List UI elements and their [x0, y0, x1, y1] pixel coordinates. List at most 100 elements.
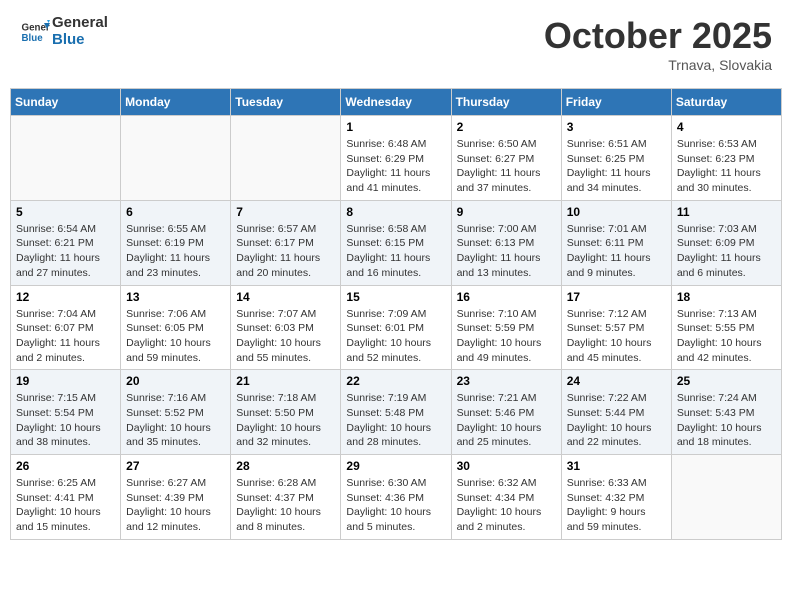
calendar-cell — [121, 116, 231, 201]
calendar-cell: 25 Sunrise: 7:24 AMSunset: 5:43 PMDayligh… — [671, 370, 781, 455]
day-number: 1 — [346, 120, 445, 134]
day-number: 9 — [457, 205, 556, 219]
calendar-cell: 22 Sunrise: 7:19 AMSunset: 5:48 PMDayligh… — [341, 370, 451, 455]
day-info: Sunrise: 6:54 AMSunset: 6:21 PMDaylight:… — [16, 222, 115, 281]
col-header-tuesday: Tuesday — [231, 89, 341, 116]
calendar-cell: 11 Sunrise: 7:03 AMSunset: 6:09 PMDayligh… — [671, 200, 781, 285]
day-number: 31 — [567, 459, 666, 473]
day-number: 30 — [457, 459, 556, 473]
day-number: 11 — [677, 205, 776, 219]
day-number: 7 — [236, 205, 335, 219]
calendar-table: SundayMondayTuesdayWednesdayThursdayFrid… — [10, 88, 782, 540]
calendar-week-row: 1 Sunrise: 6:48 AMSunset: 6:29 PMDaylight… — [11, 116, 782, 201]
day-info: Sunrise: 7:13 AMSunset: 5:55 PMDaylight:… — [677, 307, 776, 366]
calendar-cell: 28 Sunrise: 6:28 AMSunset: 4:37 PMDayligh… — [231, 455, 341, 540]
day-info: Sunrise: 7:10 AMSunset: 5:59 PMDaylight:… — [457, 307, 556, 366]
calendar-cell: 26 Sunrise: 6:25 AMSunset: 4:41 PMDayligh… — [11, 455, 121, 540]
calendar-week-row: 19 Sunrise: 7:15 AMSunset: 5:54 PMDayligh… — [11, 370, 782, 455]
day-info: Sunrise: 7:22 AMSunset: 5:44 PMDaylight:… — [567, 391, 666, 450]
day-info: Sunrise: 6:48 AMSunset: 6:29 PMDaylight:… — [346, 137, 445, 196]
day-number: 22 — [346, 374, 445, 388]
calendar-cell: 18 Sunrise: 7:13 AMSunset: 5:55 PMDayligh… — [671, 285, 781, 370]
calendar-cell: 23 Sunrise: 7:21 AMSunset: 5:46 PMDayligh… — [451, 370, 561, 455]
calendar-cell — [231, 116, 341, 201]
col-header-monday: Monday — [121, 89, 231, 116]
day-info: Sunrise: 7:01 AMSunset: 6:11 PMDaylight:… — [567, 222, 666, 281]
day-number: 14 — [236, 290, 335, 304]
calendar-cell: 31 Sunrise: 6:33 AMSunset: 4:32 PMDayligh… — [561, 455, 671, 540]
day-info: Sunrise: 7:03 AMSunset: 6:09 PMDaylight:… — [677, 222, 776, 281]
day-info: Sunrise: 7:18 AMSunset: 5:50 PMDaylight:… — [236, 391, 335, 450]
calendar-cell: 1 Sunrise: 6:48 AMSunset: 6:29 PMDaylight… — [341, 116, 451, 201]
calendar-cell: 6 Sunrise: 6:55 AMSunset: 6:19 PMDaylight… — [121, 200, 231, 285]
day-info: Sunrise: 7:15 AMSunset: 5:54 PMDaylight:… — [16, 391, 115, 450]
day-info: Sunrise: 6:51 AMSunset: 6:25 PMDaylight:… — [567, 137, 666, 196]
day-info: Sunrise: 7:09 AMSunset: 6:01 PMDaylight:… — [346, 307, 445, 366]
calendar-cell: 20Sunrise: 7:16 AMSunset: 5:52 PMDayligh… — [121, 370, 231, 455]
calendar-week-row: 5 Sunrise: 6:54 AMSunset: 6:21 PMDaylight… — [11, 200, 782, 285]
svg-text:Blue: Blue — [22, 33, 44, 44]
location: Trnava, Slovakia — [544, 57, 772, 73]
col-header-wednesday: Wednesday — [341, 89, 451, 116]
day-number: 10 — [567, 205, 666, 219]
col-header-thursday: Thursday — [451, 89, 561, 116]
calendar-cell: 29Sunrise: 6:30 AMSunset: 4:36 PMDayligh… — [341, 455, 451, 540]
calendar-cell: 8 Sunrise: 6:58 AMSunset: 6:15 PMDaylight… — [341, 200, 451, 285]
day-info: Sunrise: 7:24 AMSunset: 5:43 PMDaylight:… — [677, 391, 776, 450]
day-info: Sunrise: 6:28 AMSunset: 4:37 PMDaylight:… — [236, 476, 335, 535]
day-number: 16 — [457, 290, 556, 304]
day-number: 5 — [16, 205, 115, 219]
day-info: Sunrise: 7:06 AMSunset: 6:05 PMDaylight:… — [126, 307, 225, 366]
calendar-cell: 19 Sunrise: 7:15 AMSunset: 5:54 PMDayligh… — [11, 370, 121, 455]
day-info: Sunrise: 6:55 AMSunset: 6:19 PMDaylight:… — [126, 222, 225, 281]
page-header: General Blue General Blue October 2025 T… — [10, 10, 782, 78]
calendar-week-row: 12 Sunrise: 7:04 AMSunset: 6:07 PMDayligh… — [11, 285, 782, 370]
day-info: Sunrise: 7:19 AMSunset: 5:48 PMDaylight:… — [346, 391, 445, 450]
calendar-cell: 5 Sunrise: 6:54 AMSunset: 6:21 PMDaylight… — [11, 200, 121, 285]
day-number: 28 — [236, 459, 335, 473]
day-info: Sunrise: 6:57 AMSunset: 6:17 PMDaylight:… — [236, 222, 335, 281]
day-number: 19 — [16, 374, 115, 388]
logo-line2: Blue — [52, 32, 108, 49]
calendar-header-row: SundayMondayTuesdayWednesdayThursdayFrid… — [11, 89, 782, 116]
day-number: 17 — [567, 290, 666, 304]
day-number: 3 — [567, 120, 666, 134]
calendar-cell: 3 Sunrise: 6:51 AMSunset: 6:25 PMDaylight… — [561, 116, 671, 201]
day-info: Sunrise: 7:21 AMSunset: 5:46 PMDaylight:… — [457, 391, 556, 450]
day-number: 23 — [457, 374, 556, 388]
logo-line1: General — [52, 15, 108, 32]
day-number: 2 — [457, 120, 556, 134]
calendar-cell: 13Sunrise: 7:06 AMSunset: 6:05 PMDayligh… — [121, 285, 231, 370]
calendar-cell: 30 Sunrise: 6:32 AMSunset: 4:34 PMDayligh… — [451, 455, 561, 540]
calendar-cell — [671, 455, 781, 540]
day-info: Sunrise: 7:04 AMSunset: 6:07 PMDaylight:… — [16, 307, 115, 366]
day-number: 21 — [236, 374, 335, 388]
col-header-saturday: Saturday — [671, 89, 781, 116]
calendar-cell: 2 Sunrise: 6:50 AMSunset: 6:27 PMDaylight… — [451, 116, 561, 201]
calendar-cell: 10 Sunrise: 7:01 AMSunset: 6:11 PMDayligh… — [561, 200, 671, 285]
day-number: 4 — [677, 120, 776, 134]
day-number: 6 — [126, 205, 225, 219]
logo-icon: General Blue — [20, 17, 50, 47]
day-number: 25 — [677, 374, 776, 388]
calendar-cell: 14Sunrise: 7:07 AMSunset: 6:03 PMDayligh… — [231, 285, 341, 370]
calendar-cell: 17Sunrise: 7:12 AMSunset: 5:57 PMDayligh… — [561, 285, 671, 370]
day-number: 8 — [346, 205, 445, 219]
day-number: 18 — [677, 290, 776, 304]
day-info: Sunrise: 6:50 AMSunset: 6:27 PMDaylight:… — [457, 137, 556, 196]
day-number: 12 — [16, 290, 115, 304]
calendar-cell: 12 Sunrise: 7:04 AMSunset: 6:07 PMDayligh… — [11, 285, 121, 370]
calendar-cell: 27Sunrise: 6:27 AMSunset: 4:39 PMDayligh… — [121, 455, 231, 540]
day-number: 27 — [126, 459, 225, 473]
day-number: 26 — [16, 459, 115, 473]
calendar-cell: 15Sunrise: 7:09 AMSunset: 6:01 PMDayligh… — [341, 285, 451, 370]
day-info: Sunrise: 6:32 AMSunset: 4:34 PMDaylight:… — [457, 476, 556, 535]
calendar-cell: 9Sunrise: 7:00 AMSunset: 6:13 PMDaylight… — [451, 200, 561, 285]
col-header-sunday: Sunday — [11, 89, 121, 116]
calendar-cell: 24Sunrise: 7:22 AMSunset: 5:44 PMDayligh… — [561, 370, 671, 455]
day-info: Sunrise: 6:58 AMSunset: 6:15 PMDaylight:… — [346, 222, 445, 281]
day-info: Sunrise: 6:33 AMSunset: 4:32 PMDaylight:… — [567, 476, 666, 535]
day-info: Sunrise: 6:25 AMSunset: 4:41 PMDaylight:… — [16, 476, 115, 535]
calendar-week-row: 26 Sunrise: 6:25 AMSunset: 4:41 PMDayligh… — [11, 455, 782, 540]
calendar-cell: 16 Sunrise: 7:10 AMSunset: 5:59 PMDayligh… — [451, 285, 561, 370]
